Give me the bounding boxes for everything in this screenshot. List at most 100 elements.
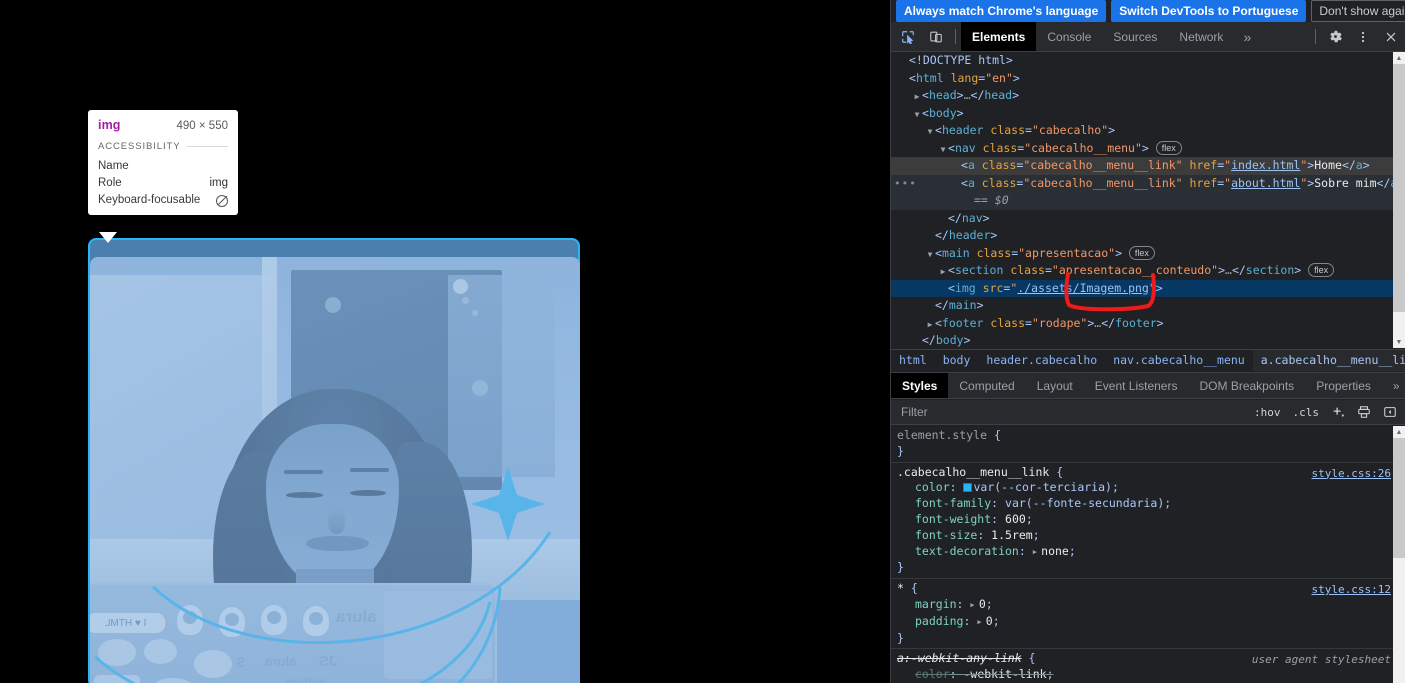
style-property-name[interactable]: margin (915, 597, 957, 611)
style-property-value[interactable]: 1.5rem (991, 528, 1033, 542)
dom-tree-row[interactable]: <img src="./assets/Imagem.png"> (891, 279, 1405, 297)
style-declaration[interactable]: margin: ▶ 0; (897, 597, 1405, 614)
hov-toggle-button[interactable]: :hov (1250, 405, 1285, 420)
chevron-down-icon[interactable] (925, 123, 935, 141)
dom-tree-row[interactable]: </main> (891, 297, 1405, 315)
style-rule[interactable]: element.style {} (891, 426, 1405, 463)
style-property-value[interactable]: -webkit-link (963, 667, 1046, 681)
breadcrumb-item[interactable]: html (891, 350, 935, 371)
flex-badge[interactable]: flex (1155, 140, 1182, 155)
styles-tab-styles[interactable]: Styles (891, 373, 949, 398)
chevron-right-icon[interactable] (912, 88, 922, 106)
color-swatch[interactable] (963, 483, 973, 493)
highlighted-image[interactable]: I ♥ HTML alura S alura JS python (90, 257, 580, 683)
style-declaration[interactable]: color: -webkit-link; (897, 667, 1405, 683)
dom-tree-row[interactable]: <header class="cabecalho"> (891, 122, 1405, 140)
dom-tree-row[interactable]: <html lang="en"> (891, 70, 1405, 88)
device-toolbar-icon[interactable] (922, 22, 950, 51)
dom-tree-row[interactable]: </body> (891, 332, 1405, 348)
style-property-value[interactable]: var(--cor-terciaria) (973, 480, 1111, 494)
style-declaration[interactable]: font-size: 1.5rem; (897, 528, 1405, 544)
breadcrumb-item[interactable]: nav.cabecalho__menu (1105, 350, 1253, 371)
dom-attr-link[interactable]: index.html (1231, 158, 1300, 172)
dom-tree-row[interactable]: <body> (891, 105, 1405, 123)
dom-tree-row[interactable]: </header> (891, 227, 1405, 245)
styles-more-tabs-icon[interactable]: » (1382, 373, 1405, 398)
style-declaration[interactable]: color: var(--cor-terciaria); (897, 480, 1405, 496)
style-origin-link[interactable]: style.css:26 (1312, 467, 1391, 480)
chevron-right-icon[interactable] (925, 316, 935, 334)
dom-tree-row[interactable]: <head>…</head> (891, 87, 1405, 105)
style-property-value[interactable]: none (1041, 544, 1069, 558)
style-rule-selector[interactable]: .cabecalho__menu__link (897, 465, 1049, 479)
styles-scrollbar-thumb[interactable] (1393, 438, 1405, 558)
chevron-right-icon[interactable]: ▶ (1033, 545, 1041, 561)
more-options-icon[interactable] (1349, 22, 1377, 51)
style-declaration[interactable]: padding: ▶ 0; (897, 614, 1405, 631)
style-origin-link[interactable]: style.css:12 (1312, 583, 1391, 596)
styles-tab-computed[interactable]: Computed (948, 373, 1025, 398)
chevron-down-icon[interactable] (925, 246, 935, 264)
scroll-up-arrow[interactable]: ▲ (1393, 52, 1405, 64)
dom-tree-scrollbar-thumb[interactable] (1393, 64, 1405, 312)
dom-tree-row[interactable]: ••• <a class="cabecalho__menu__link" href… (891, 174, 1405, 192)
styles-pane-scrollbar[interactable]: ▲ (1393, 426, 1405, 683)
style-property-name[interactable]: padding (915, 614, 963, 628)
style-property-value[interactable]: 0 (979, 597, 986, 611)
dom-tree-row[interactable]: <nav class="cabecalho__menu"> flex (891, 140, 1405, 158)
style-rule[interactable]: a:-webkit-any-link {user agent styleshee… (891, 649, 1405, 683)
style-property-name[interactable]: text-decoration (915, 544, 1019, 558)
styles-tab-layout[interactable]: Layout (1026, 373, 1084, 398)
dom-tree-row[interactable]: <footer class="rodape">…</footer> (891, 315, 1405, 333)
breadcrumb-item[interactable]: a.cabecalho__menu__link (1252, 349, 1405, 371)
close-icon[interactable] (1377, 22, 1405, 51)
dom-tree-row[interactable]: </nav> (891, 210, 1405, 228)
chevron-right-icon[interactable]: ▶ (970, 598, 978, 614)
dom-tree-row[interactable]: <main class="apresentacao"> flex (891, 245, 1405, 263)
flex-badge[interactable]: flex (1308, 263, 1335, 277)
style-property-name[interactable]: color (915, 667, 950, 681)
style-declaration[interactable]: font-weight: 600; (897, 512, 1405, 528)
filter-input[interactable] (899, 404, 1246, 420)
style-property-name[interactable]: font-weight (915, 512, 991, 526)
dom-tree[interactable]: <!DOCTYPE html><html lang="en"><head>…</… (891, 52, 1405, 348)
style-print-icon[interactable] (1353, 402, 1375, 422)
chevron-right-icon[interactable] (938, 263, 948, 281)
style-rule[interactable]: .cabecalho__menu__link {style.css:26 colo… (891, 463, 1405, 580)
style-rule-selector[interactable]: a:-webkit-any-link (897, 651, 1022, 665)
tab-console[interactable]: Console (1036, 22, 1102, 51)
breadcrumb-item[interactable]: body (935, 350, 979, 371)
styles-tab-properties[interactable]: Properties (1305, 373, 1382, 398)
chevron-right-icon[interactable]: ▶ (977, 615, 985, 631)
styles-tab-dom-breakpoints[interactable]: DOM Breakpoints (1188, 373, 1305, 398)
tab-network[interactable]: Network (1168, 22, 1234, 51)
more-tabs-icon[interactable]: » (1234, 22, 1260, 51)
dom-attr-link[interactable]: ./assets/Imagem.png (1017, 281, 1149, 295)
tab-elements[interactable]: Elements (961, 22, 1037, 51)
gear-icon[interactable] (1321, 22, 1349, 51)
style-rule[interactable]: * {style.css:12 margin: ▶ 0; padding: ▶ 0;… (891, 579, 1405, 650)
scroll-down-arrow[interactable]: ▼ (1393, 336, 1405, 348)
new-style-rule-button[interactable] (1327, 402, 1349, 422)
dom-tree-row[interactable]: <a class="cabecalho__menu__link" href="i… (891, 157, 1405, 175)
chevron-down-icon[interactable] (938, 141, 948, 159)
style-rule-origin[interactable]: style.css:26 (1312, 466, 1391, 482)
styles-pane[interactable]: element.style {} .cabecalho__menu__link {… (891, 426, 1405, 683)
inspect-element-icon[interactable] (894, 22, 922, 51)
switch-to-portuguese-button[interactable]: Switch DevTools to Portuguese (1111, 0, 1307, 22)
flex-badge[interactable]: flex (1128, 245, 1155, 260)
style-rule-origin[interactable]: style.css:12 (1312, 582, 1391, 598)
cls-toggle-button[interactable]: .cls (1289, 405, 1324, 420)
always-match-language-button[interactable]: Always match Chrome's language (896, 0, 1107, 22)
dont-show-again-button[interactable]: Don't show again (1311, 0, 1405, 22)
dom-tree-row[interactable]: <!DOCTYPE html> (891, 52, 1405, 70)
styles-tab-event-listeners[interactable]: Event Listeners (1084, 373, 1189, 398)
breadcrumb-item[interactable]: header.cabecalho (978, 350, 1105, 371)
style-property-value[interactable]: 0 (986, 614, 993, 628)
style-rule-selector[interactable]: element.style (897, 428, 987, 442)
toggle-sidebar-icon[interactable] (1379, 402, 1401, 422)
tab-sources[interactable]: Sources (1102, 22, 1168, 51)
dom-tree-scrollbar[interactable]: ▲ ▼ (1393, 52, 1405, 348)
style-property-name[interactable]: font-size (915, 528, 977, 542)
style-declaration[interactable]: font-family: var(--fonte-secundaria); (897, 496, 1405, 512)
